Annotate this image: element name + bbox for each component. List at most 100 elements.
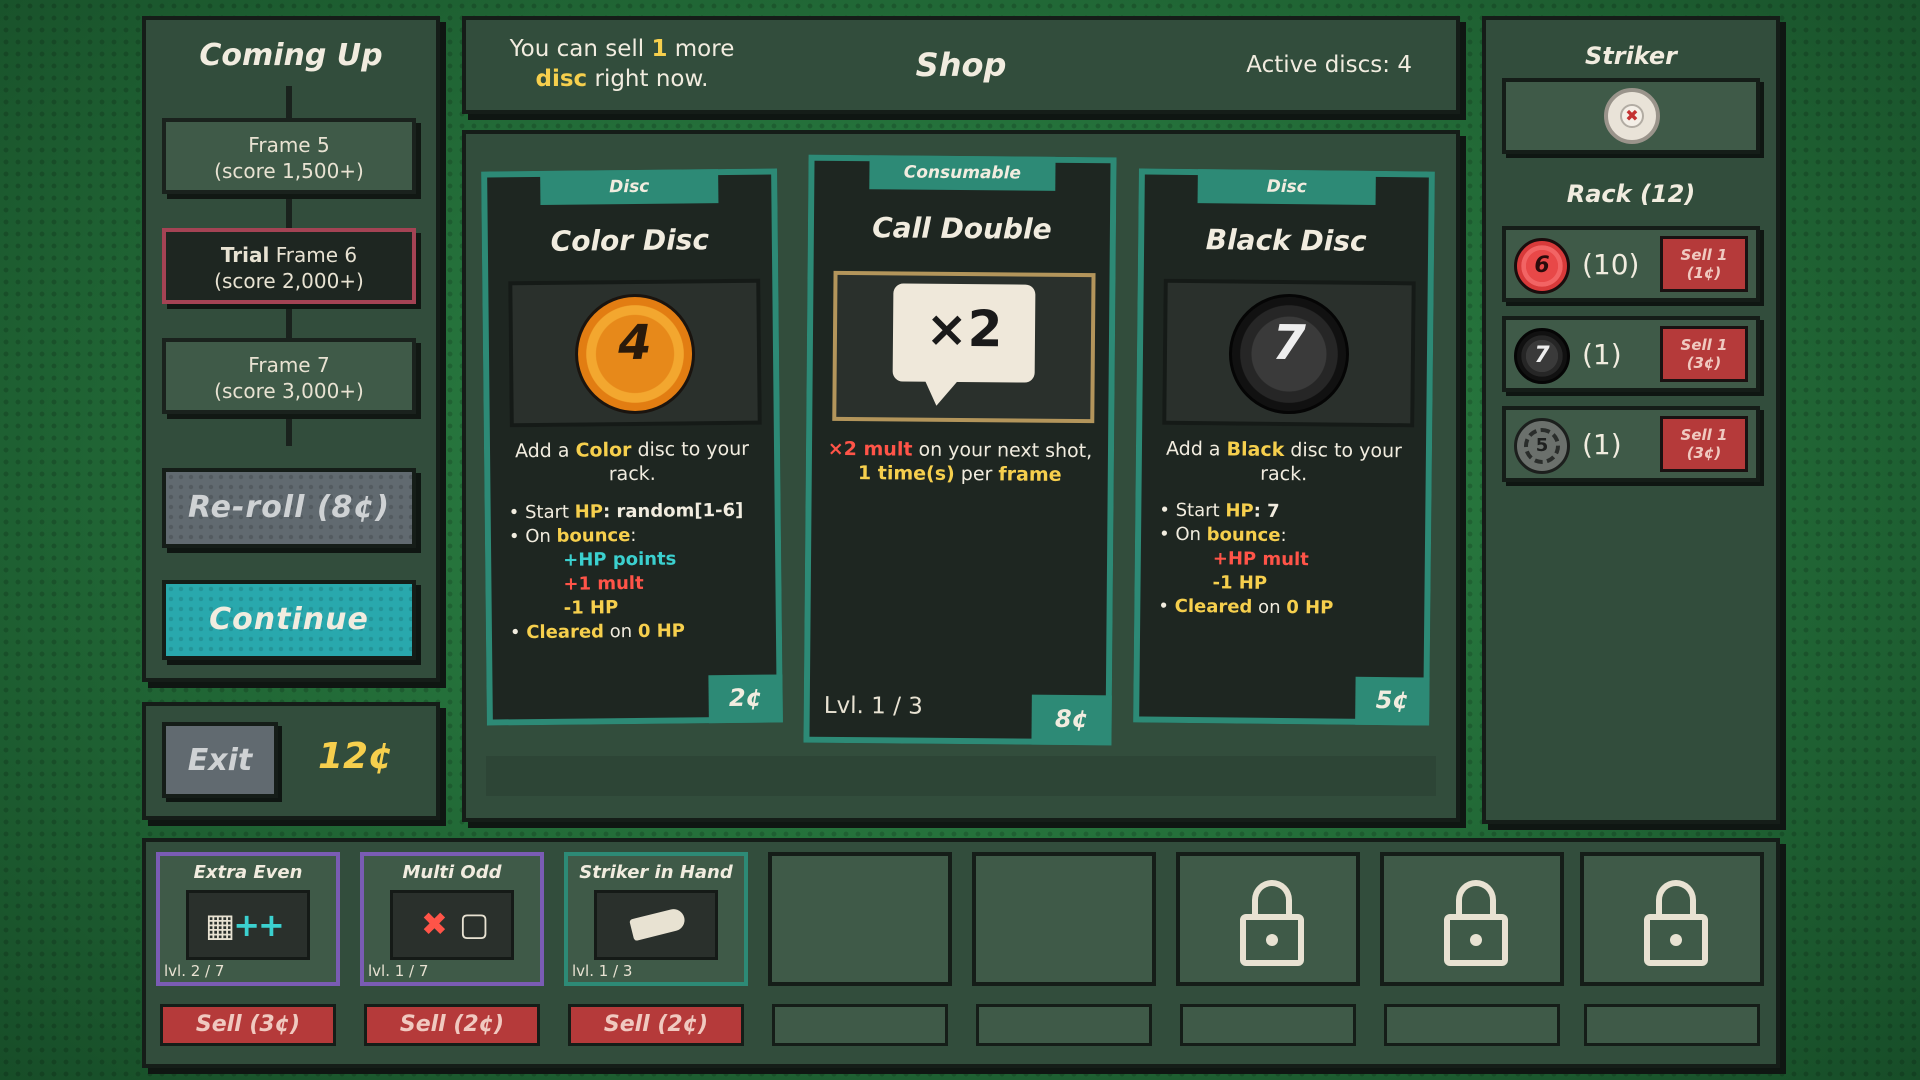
cleared-on: on [1258,596,1281,618]
coming-up-title: Coming Up [199,38,383,73]
slot-name: Extra Even [193,862,303,883]
sell-striker-in-hand-button[interactable]: Sell (2¢) [568,1004,744,1046]
stat-on-bounce: • On bounce: [1158,523,1287,547]
disc-number: 4 [617,314,652,372]
slot-icon-frame [594,890,718,960]
speech-bubble-tail [924,379,959,406]
upgrade-slot-locked [1580,852,1764,986]
sell-price: (1¢) [1686,264,1722,282]
slot-level: lvl. 1 / 7 [368,962,429,980]
lock-icon [1444,880,1508,970]
shop-footer-bar [486,756,1436,796]
start-label: Start [524,501,570,524]
slot-name: Multi Odd [402,862,502,883]
upgrade-slot-empty[interactable] [972,852,1156,986]
card-stats: • Start HP: random[1-6] • On bounce: +HP… [509,499,770,646]
lock-icon [1644,880,1708,970]
rack-count: (1) [1582,428,1622,461]
upgrade-slot-multi-odd[interactable]: Multi Odd ✖ ▢ lvl. 1 / 7 [360,852,544,986]
speech-bubble-icon: ×2 [892,283,1036,383]
card-image-frame: 4 [508,278,762,428]
disc-number: 7 [1272,314,1307,372]
slot-icon-frame: ✖ ▢ [390,890,514,960]
sell-label: Sell 1 [1680,336,1728,354]
effect-hp-mult: +HP mult [1212,548,1309,571]
exit-button[interactable]: Exit [162,722,278,798]
rack-sell-button[interactable]: Sell 1 (3¢) [1660,416,1748,472]
striker-disc-icon: ✖ [1604,88,1660,144]
desc-text-1: Add a [1165,437,1221,461]
effect-hp-points: +HP points [563,548,677,571]
cleared-key: Cleared [526,621,605,644]
card-tag: Disc [540,169,719,205]
card-tag: Consumable [869,155,1056,191]
striker-slot[interactable]: ✖ [1502,78,1760,154]
hp-value: : random[1-6] [602,499,744,523]
desc-key: Color [575,439,632,462]
continue-button[interactable]: Continue [162,580,416,660]
reroll-button[interactable]: Re-roll (8¢) [162,468,416,548]
shop-card-black-disc[interactable]: Disc Black Disc 7 Add a Black disc to yo… [1133,168,1435,726]
sell-extra-even-button[interactable]: Sell (3¢) [160,1004,336,1046]
card-price: 2¢ [708,674,783,724]
sell-price: (3¢) [1686,354,1722,372]
card-price: 5¢ [1355,676,1430,726]
card-description: ×2 mult on your next shot, 1 time(s) per… [826,437,1094,487]
card-description: Add a Color disc to your rack. [504,437,760,488]
sell-label: Sell 1 [1680,246,1728,264]
desc-text-1: on your next shot, [918,438,1093,463]
desc-frame: frame [998,463,1062,486]
rack-item-color-6: 6 (10) Sell 1 (1¢) [1502,226,1760,302]
striker-x-mark: ✖ [1620,104,1644,128]
on-label: On [1175,523,1202,546]
frame-6-score: (score 2,000+) [214,269,364,293]
rack-item-black-7: 7 (1) Sell 1 (3¢) [1502,316,1760,392]
frame-5-label: Frame 5 [248,133,330,157]
gear-disc-icon: 5 [1514,418,1570,474]
stat-start-hp: • Start HP: random[1-6] [508,499,744,524]
cleared-hp: 0 HP [1286,597,1334,619]
black-disc-small-icon: 7 [1514,328,1570,384]
card-title: Color Disc [550,223,710,258]
sell-multi-odd-button[interactable]: Sell (2¢) [364,1004,540,1046]
multiply-grid-icon: ✖ ▢ [421,905,490,943]
upgrade-slot-empty[interactable] [768,852,952,986]
card-title: Call Double [872,211,1052,246]
shop-card-color-disc[interactable]: Disc Color Disc 4 Add a Color disc to yo… [481,168,783,726]
rack-sell-button[interactable]: Sell 1 (3¢) [1660,326,1748,382]
upgrade-slot-extra-even[interactable]: Extra Even ▦++ lvl. 2 / 7 [156,852,340,986]
slot-sell-placeholder [1384,1004,1560,1046]
bounce-key: bounce [1206,524,1281,546]
slot-level: lvl. 2 / 7 [164,962,225,980]
card-title: Black Disc [1205,223,1367,258]
hp-value: : 7 [1253,500,1280,522]
shop-header: You can sell 1 more disc right now. Shop… [462,16,1460,114]
shop-card-call-double[interactable]: Consumable Call Double ×2 ×2 mult on you… [803,154,1117,746]
color-disc-icon: 4 [574,293,696,415]
gear-number: 5 [1524,428,1560,464]
start-label: Start [1175,499,1220,522]
frame-5-score: (score 1,500+) [214,159,364,183]
hp-key: HP [574,501,604,523]
sell-label: Sell 1 [1680,426,1728,444]
desc-per: per [960,463,993,486]
card-stats: • Start HP: 7 • On bounce: +HP mult -1 H… [1158,499,1419,622]
cleared-key: Cleared [1174,595,1253,618]
slot-icon-frame: ▦++ [186,890,310,960]
rack-sell-button[interactable]: Sell 1 (1¢) [1660,236,1748,292]
slot-sell-placeholder [1180,1004,1356,1046]
hp-key: HP [1225,500,1254,522]
frame-6-label: Frame 6 [275,243,358,267]
hand-icon [629,906,687,942]
effect-minus-hp: -1 HP [1212,572,1268,594]
card-image-frame: 7 [1162,278,1416,428]
upgrade-slot-locked [1380,852,1564,986]
rack-count: (1) [1582,338,1622,371]
trial-label: Trial [220,243,270,267]
cleared-hp: 0 HP [637,620,686,642]
effect-mult: +1 mult [563,572,644,595]
upgrade-slot-striker-in-hand[interactable]: Striker in Hand lvl. 1 / 3 [564,852,748,986]
effect-minus-hp: -1 HP [563,597,619,619]
slot-sell-placeholder [976,1004,1152,1046]
frame-7-score: (score 3,000+) [214,379,364,403]
